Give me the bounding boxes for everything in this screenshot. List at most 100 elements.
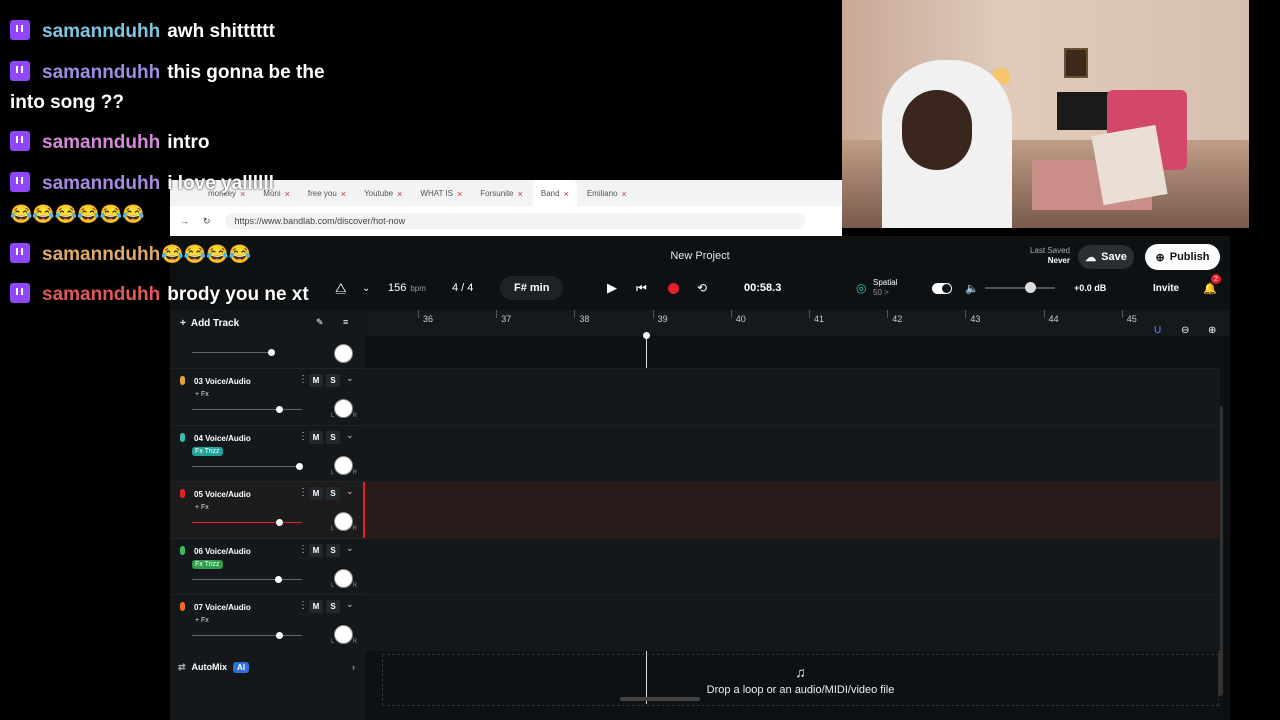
mute-button[interactable]: M <box>309 430 323 444</box>
solo-button[interactable]: S <box>326 430 340 444</box>
volume-slider[interactable] <box>192 575 302 583</box>
chevron-right-icon[interactable]: › <box>352 662 355 672</box>
close-icon[interactable]: × <box>457 189 462 206</box>
horizontal-scrollbar[interactable] <box>620 697 700 701</box>
solo-button[interactable]: S <box>326 543 340 557</box>
track-lane[interactable] <box>365 594 1220 652</box>
mute-button[interactable]: M <box>309 543 323 557</box>
fx-button[interactable]: Fx Trizz <box>192 559 223 569</box>
chevron-down-icon[interactable]: ⌄ <box>346 599 354 610</box>
chevron-down-icon[interactable]: ⌄ <box>346 486 354 497</box>
solo-button[interactable]: S <box>326 487 340 501</box>
track-name[interactable]: 05 Voice/Audio <box>194 490 251 499</box>
mixer-icon[interactable]: ≡ <box>343 317 348 327</box>
microphone-icon[interactable] <box>180 489 185 499</box>
mute-button[interactable]: M <box>309 487 323 501</box>
slider-knob[interactable] <box>295 462 303 470</box>
volume-slider[interactable] <box>192 462 303 470</box>
solo-button[interactable]: S <box>326 600 340 614</box>
browser-tab[interactable]: Forsunite × <box>472 180 531 206</box>
key-selector[interactable]: F# min <box>500 276 564 300</box>
track-name[interactable]: 06 Voice/Audio <box>194 547 251 556</box>
slider-knob[interactable] <box>276 632 283 640</box>
track-lane[interactable] <box>365 424 1220 482</box>
play-icon[interactable]: ▶ <box>607 276 617 300</box>
track-lane[interactable] <box>365 537 1220 595</box>
fx-button[interactable]: + Fx <box>192 616 212 625</box>
browser-tab[interactable]: Band × <box>532 180 577 206</box>
skip-back-icon[interactable]: ⏮ <box>636 276 647 300</box>
speaker-icon[interactable]: 🔈 <box>965 276 979 300</box>
more-icon[interactable]: ⋮ <box>298 374 308 385</box>
volume-slider[interactable] <box>192 406 302 413</box>
volume-slider[interactable] <box>192 519 302 527</box>
track-02-volume-slider[interactable] <box>192 349 275 356</box>
track-name[interactable]: 07 Voice/Audio <box>194 603 251 612</box>
master-volume-slider[interactable] <box>985 276 1055 300</box>
mute-button[interactable]: M <box>309 374 323 387</box>
chevron-down-icon[interactable]: ⌄ <box>346 543 354 554</box>
track-name[interactable]: 04 Voice/Audio <box>194 434 251 443</box>
close-icon[interactable]: × <box>285 189 290 206</box>
track-header[interactable]: 07 Voice/Audio + Fx ⋮ M S ⌄ L R <box>170 594 365 652</box>
spatial-toggle[interactable] <box>932 276 952 300</box>
fx-button[interactable]: + Fx <box>192 390 212 399</box>
reload-icon[interactable]: ↻ <box>203 216 211 227</box>
loop-icon[interactable]: ⟲ <box>697 276 707 300</box>
solo-button[interactable]: S <box>326 374 340 387</box>
invite-button[interactable]: Invite <box>1153 276 1179 300</box>
save-button[interactable]: ☁ Save <box>1078 245 1134 269</box>
microphone-icon[interactable] <box>180 432 185 442</box>
zoom-in-icon[interactable]: ⊕ <box>1208 318 1216 342</box>
url-field[interactable]: https://www.bandlab.com/discover/hot-now <box>224 213 805 229</box>
close-icon[interactable]: × <box>622 189 627 206</box>
bpm-display[interactable]: 156 bpm <box>388 276 426 300</box>
chevron-down-icon[interactable]: ⌄ <box>346 373 354 384</box>
track-name[interactable]: 03 Voice/Audio <box>194 377 251 386</box>
record-button[interactable] <box>668 276 679 300</box>
track-lane[interactable] <box>365 481 1220 539</box>
fx-button[interactable]: Fx Trizz <box>192 446 223 456</box>
timeline-ruler[interactable]: 36 37 38 39 40 41 42 43 44 45 <box>365 310 1230 336</box>
browser-tab[interactable]: free you × <box>300 180 354 206</box>
chevron-down-icon[interactable]: ⌄ <box>362 276 370 300</box>
track-header[interactable]: 05 Voice/Audio + Fx ⋮ M S ⌄ L R <box>170 481 365 539</box>
edit-icon[interactable]: ✎ <box>316 317 324 328</box>
track-02-pan-knob[interactable] <box>334 344 353 363</box>
metronome-icon[interactable]: ⧋ <box>335 276 347 300</box>
browser-tab[interactable]: WHAT IS × <box>412 180 470 206</box>
more-icon[interactable]: ⋮ <box>298 544 308 555</box>
more-icon[interactable]: ⋮ <box>298 487 308 498</box>
slider-knob[interactable] <box>276 519 283 527</box>
automix-row[interactable]: ⇄ AutoMix AI › <box>170 654 365 680</box>
playhead-handle[interactable] <box>643 332 650 339</box>
browser-tab[interactable]: monkey × <box>200 180 253 206</box>
close-icon[interactable]: × <box>518 189 523 206</box>
browser-tab[interactable]: Emiliano × <box>579 180 635 206</box>
zoom-out-icon[interactable]: ⊖ <box>1181 318 1189 342</box>
publish-button[interactable]: ⊕ Publish <box>1145 244 1220 270</box>
slider-knob[interactable] <box>268 349 275 356</box>
microphone-icon[interactable] <box>180 602 185 612</box>
add-track-button[interactable]: + Add Track <box>180 318 239 329</box>
time-signature[interactable]: 4 / 4 <box>452 276 473 300</box>
track-header[interactable]: 04 Voice/Audio Fx Trizz ⋮ M S ⌄ L R <box>170 424 365 482</box>
snap-magnet-icon[interactable]: U <box>1154 318 1161 342</box>
browser-tab[interactable]: Moni × <box>255 180 298 206</box>
drop-zone[interactable]: ♫ Drop a loop or an audio/MIDI/video fil… <box>382 654 1219 706</box>
track-header[interactable]: 06 Voice/Audio Fx Trizz ⋮ M S ⌄ L R <box>170 537 365 595</box>
close-icon[interactable]: × <box>240 189 245 206</box>
track-header[interactable]: 03 Voice/Audio + Fx ⋮ M S ⌄ L R <box>170 368 365 425</box>
close-icon[interactable]: × <box>564 189 569 206</box>
fx-button[interactable]: + Fx <box>192 503 212 512</box>
chevron-down-icon[interactable]: ⌄ <box>346 430 354 441</box>
mute-button[interactable]: M <box>309 600 323 614</box>
track-lane[interactable] <box>365 368 1220 425</box>
spatial-icon[interactable]: ◎ <box>856 276 866 300</box>
browser-tab[interactable]: Youtube × <box>356 180 410 206</box>
forward-icon[interactable]: → <box>180 216 189 226</box>
microphone-icon[interactable] <box>180 376 185 385</box>
more-icon[interactable]: ⋮ <box>298 431 308 442</box>
slider-knob[interactable] <box>274 575 282 583</box>
microphone-icon[interactable] <box>180 545 185 555</box>
